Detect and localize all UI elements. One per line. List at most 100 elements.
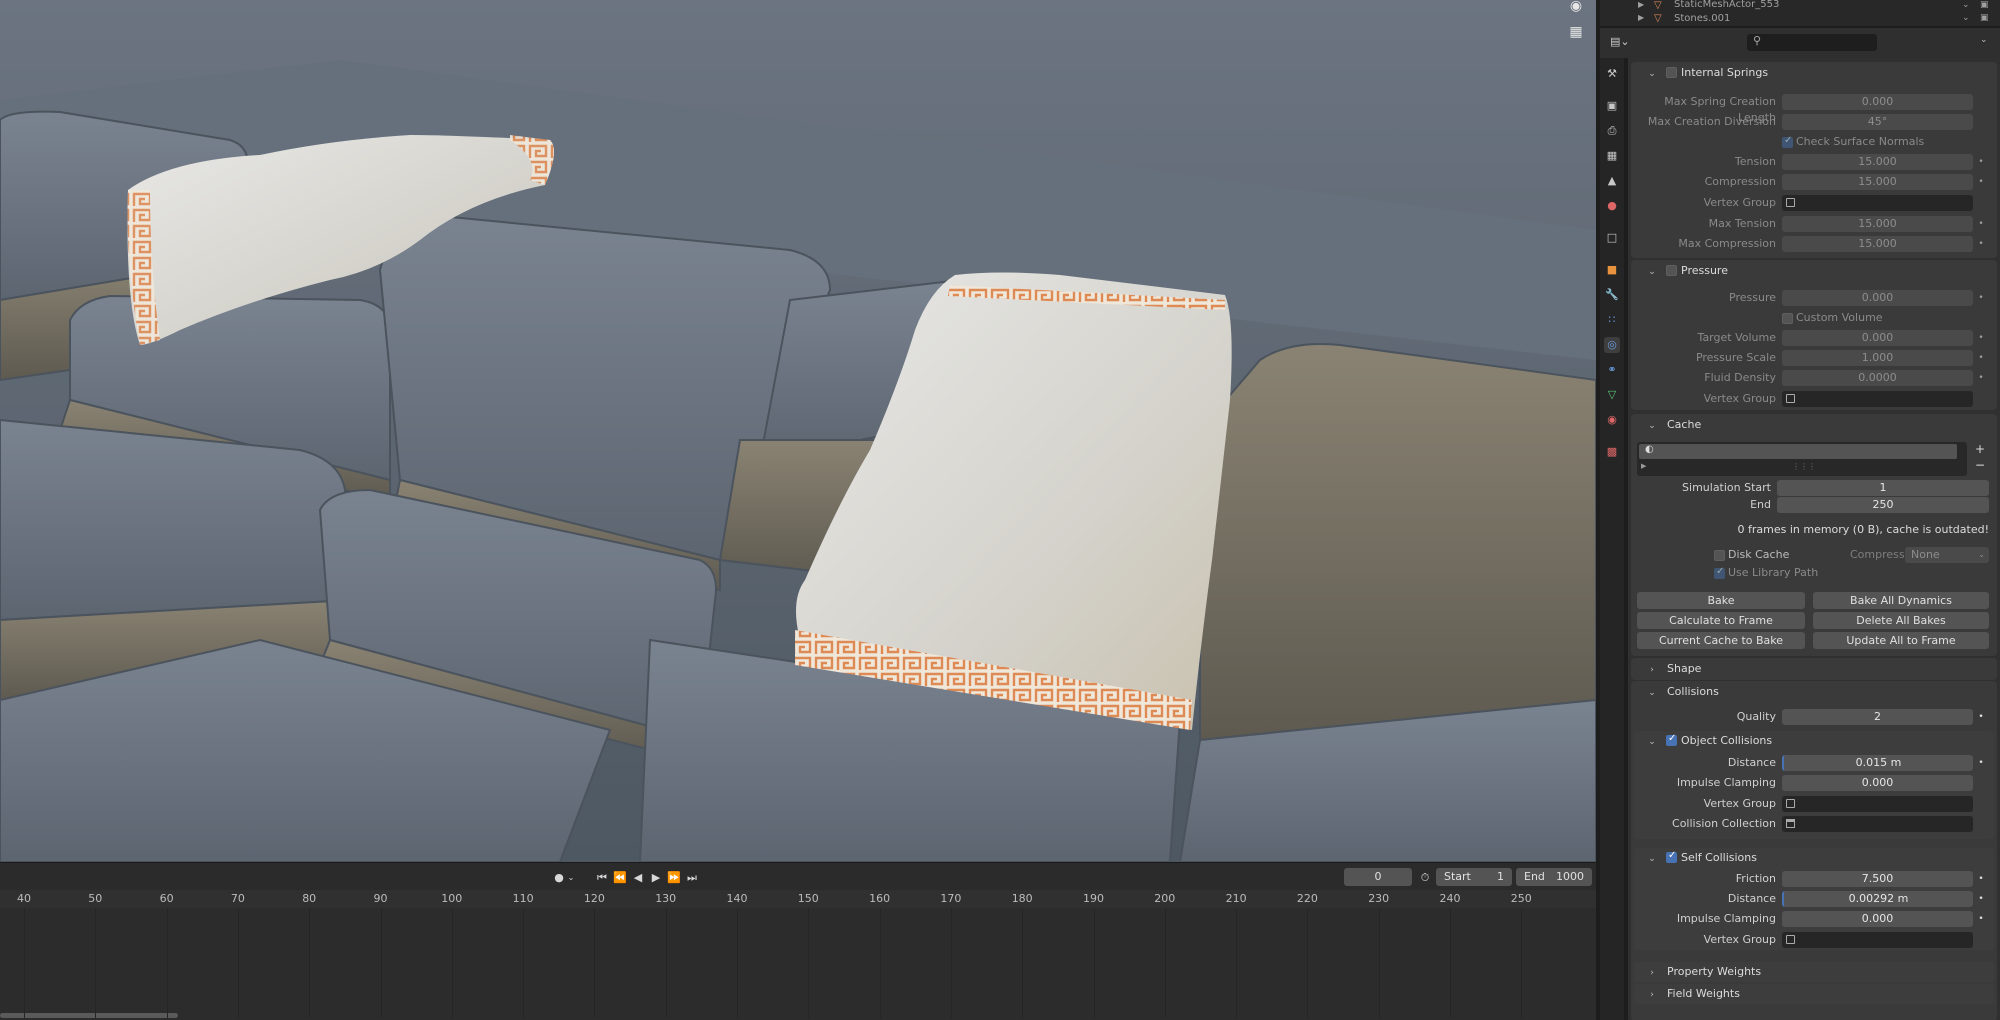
- keyframe-dot-icon[interactable]: •: [1975, 709, 1987, 725]
- jump-keyframe-forward-icon[interactable]: ⏩: [666, 870, 682, 886]
- search-input[interactable]: ⚲: [1747, 34, 1877, 51]
- tool-tab-icon[interactable]: ⚒: [1604, 66, 1620, 82]
- object-impulse-clamping-field[interactable]: 0.000: [1782, 775, 1973, 791]
- constraints-tab-icon[interactable]: ⚭: [1604, 362, 1620, 378]
- self-friction-field[interactable]: 7.500: [1782, 871, 1973, 887]
- cache-list[interactable]: ◐ ▶ ⋮⋮⋮: [1637, 442, 1967, 476]
- bake-button[interactable]: Bake: [1637, 592, 1805, 609]
- 3d-viewport[interactable]: ◉ ▦: [0, 0, 1596, 862]
- max-compression-field[interactable]: 15.000: [1782, 236, 1973, 252]
- world-tab-icon[interactable]: ●: [1604, 198, 1620, 214]
- camera-icon[interactable]: ▣: [1980, 13, 1989, 23]
- internal-springs-checkbox[interactable]: [1666, 67, 1677, 78]
- keyframe-dot-icon[interactable]: •: [1975, 174, 1987, 190]
- list-expand-icon[interactable]: ▶: [1641, 462, 1646, 470]
- jump-keyframe-back-icon[interactable]: ⏪: [612, 870, 628, 886]
- property-weights-subpanel[interactable]: › Property Weights: [1634, 962, 1994, 982]
- delete-all-bakes-button[interactable]: Delete All Bakes: [1813, 612, 1989, 629]
- disk-cache-checkbox[interactable]: [1714, 550, 1725, 561]
- outliner-row[interactable]: ▶ ▽ Stones.001 ⌄ ▣: [1600, 13, 2000, 26]
- keyframe-dot-icon[interactable]: •: [1975, 154, 1987, 170]
- shape-panel[interactable]: › Shape: [1631, 658, 1997, 680]
- scene-tab-icon[interactable]: ▲: [1604, 173, 1620, 189]
- play-reverse-icon[interactable]: ◀: [630, 870, 646, 886]
- max-creation-diversion-field[interactable]: 45°: [1782, 114, 1973, 130]
- add-icon[interactable]: +: [1971, 442, 1989, 456]
- cache-header[interactable]: ⌄: [1645, 415, 1659, 435]
- end-frame-field[interactable]: End 1000: [1516, 868, 1592, 886]
- self-collisions-checkbox[interactable]: [1666, 850, 1677, 863]
- tension-field[interactable]: 15.000: [1782, 154, 1973, 170]
- visibility-icon[interactable]: ⌄: [1962, 0, 1970, 10]
- self-collisions-header[interactable]: ⌄: [1645, 848, 1659, 868]
- modifier-tab-icon[interactable]: 🔧: [1604, 287, 1620, 303]
- pressure-header[interactable]: ⌄: [1645, 261, 1659, 281]
- material-tab-icon[interactable]: ◉: [1604, 412, 1620, 428]
- shape-header[interactable]: ›: [1645, 659, 1659, 679]
- use-library-path-checkbox[interactable]: [1714, 566, 1725, 579]
- compression-select[interactable]: None ⌄: [1905, 547, 1989, 563]
- self-impulse-clamping-field[interactable]: 0.000: [1782, 911, 1973, 927]
- pressure-scale-field[interactable]: 1.000: [1782, 350, 1973, 366]
- keyframe-dot-icon[interactable]: •: [1975, 871, 1987, 887]
- particles-tab-icon[interactable]: ∷: [1604, 312, 1620, 328]
- keyframe-dot-icon[interactable]: •: [1975, 370, 1987, 386]
- remove-icon[interactable]: −: [1971, 458, 1989, 472]
- output-tab-icon[interactable]: ⎙: [1604, 123, 1620, 139]
- view-layer-tab-icon[interactable]: ▦: [1604, 148, 1620, 164]
- pressure-vertex-group-field[interactable]: [1782, 391, 1973, 407]
- internal-springs-header[interactable]: ⌄: [1645, 63, 1659, 83]
- timeline[interactable]: 40 50 60 70 80 90 100 110 120 130 140 150 160 170 180 1…: [0, 890, 1596, 1020]
- keyframe-dot-icon[interactable]: •: [1975, 911, 1987, 927]
- quality-field[interactable]: 2: [1782, 709, 1973, 725]
- cache-list-item[interactable]: ◐: [1639, 444, 1957, 459]
- pressure-checkbox[interactable]: [1666, 265, 1677, 276]
- object-distance-field[interactable]: 0.015 m: [1782, 755, 1973, 771]
- keyframe-dot-icon[interactable]: •: [1975, 290, 1987, 306]
- object-collisions-header[interactable]: ⌄: [1645, 731, 1659, 751]
- start-frame-field[interactable]: Start 1: [1436, 868, 1512, 886]
- target-volume-field[interactable]: 0.000: [1782, 330, 1973, 346]
- vertex-group-field[interactable]: [1782, 195, 1973, 211]
- collisions-header[interactable]: ⌄: [1645, 682, 1659, 702]
- data-tab-icon[interactable]: ▽: [1604, 387, 1620, 403]
- compression-field[interactable]: 15.000: [1782, 174, 1973, 190]
- self-distance-field[interactable]: 0.00292 m: [1782, 891, 1973, 907]
- grid-icon[interactable]: ▦: [1566, 22, 1586, 42]
- current-cache-to-bake-button[interactable]: Current Cache to Bake: [1637, 632, 1805, 649]
- bake-all-dynamics-button[interactable]: Bake All Dynamics: [1813, 592, 1989, 609]
- max-spring-length-field[interactable]: 0.000: [1782, 94, 1973, 110]
- object-tab-icon[interactable]: ■: [1604, 262, 1620, 278]
- keyframe-dot-icon[interactable]: •: [1975, 330, 1987, 346]
- custom-volume-checkbox[interactable]: [1782, 313, 1793, 324]
- physics-tab-icon[interactable]: ◎: [1604, 337, 1620, 353]
- camera-icon[interactable]: ◉: [1566, 0, 1586, 16]
- jump-start-icon[interactable]: ⏮: [594, 870, 610, 886]
- simulation-start-field[interactable]: 1: [1777, 480, 1989, 496]
- keyframe-dot-icon[interactable]: •: [1975, 216, 1987, 232]
- property-weights-header[interactable]: ›: [1645, 962, 1659, 982]
- field-weights-subpanel[interactable]: › Field Weights: [1634, 984, 1994, 1004]
- check-surface-normals-checkbox[interactable]: [1782, 135, 1793, 148]
- keyframe-dot-icon[interactable]: •: [1975, 755, 1987, 771]
- texture-tab-icon[interactable]: ▩: [1604, 444, 1620, 460]
- collection-tab-icon[interactable]: □: [1604, 230, 1620, 246]
- render-tab-icon[interactable]: ▣: [1604, 98, 1620, 114]
- record-options-icon[interactable]: ⌄: [566, 870, 576, 886]
- end-field[interactable]: 250: [1777, 497, 1989, 513]
- object-vertex-group-field[interactable]: [1782, 796, 1973, 812]
- calculate-to-frame-button[interactable]: Calculate to Frame: [1637, 612, 1805, 629]
- record-icon[interactable]: ●: [552, 870, 566, 886]
- keyframe-dot-icon[interactable]: •: [1975, 236, 1987, 252]
- keyframe-dot-icon[interactable]: •: [1975, 350, 1987, 366]
- object-collisions-checkbox[interactable]: [1666, 733, 1677, 746]
- camera-icon[interactable]: ▣: [1980, 0, 1989, 10]
- play-icon[interactable]: ▶: [648, 870, 664, 886]
- list-resize-handle[interactable]: ⋮⋮⋮: [1792, 462, 1816, 471]
- header-dropdown-icon[interactable]: ⌄: [1980, 35, 1988, 45]
- editor-type-icon[interactable]: ▤⌄: [1610, 35, 1632, 51]
- visibility-icon[interactable]: ⌄: [1962, 13, 1970, 23]
- fluid-density-field[interactable]: 0.0000: [1782, 370, 1973, 386]
- stopwatch-icon[interactable]: ⏱: [1416, 870, 1434, 886]
- current-frame-field[interactable]: 0: [1344, 868, 1412, 886]
